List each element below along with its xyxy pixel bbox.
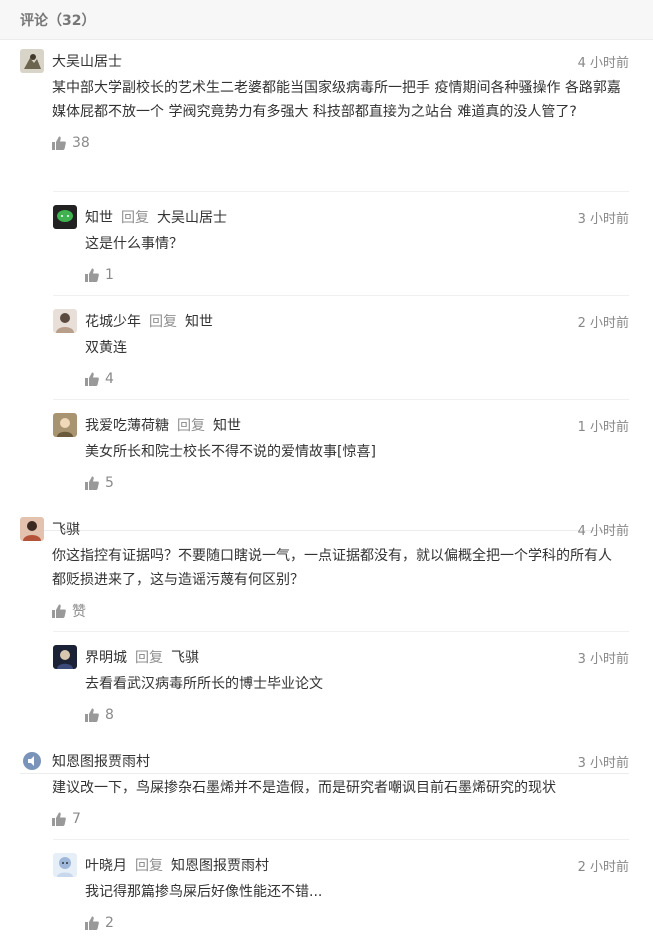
reply-target[interactable]: 知世 — [213, 415, 241, 435]
thumbs-up-icon — [85, 476, 99, 490]
reply-target[interactable]: 知世 — [185, 311, 213, 331]
like-count: 2 — [105, 915, 114, 931]
like-count: 4 — [105, 371, 114, 387]
reply-author[interactable]: 花城少年 — [85, 311, 141, 331]
reply-text: 这是什么事情？ — [85, 236, 183, 252]
reply-author[interactable]: 知世 — [85, 207, 113, 227]
comment-text: 某中部大学副校长的艺术生二老婆都能当国家级病毒所一把手 疫情期间各种骚操作 各路… — [52, 80, 621, 120]
avatar[interactable] — [20, 749, 44, 773]
avatar[interactable] — [53, 645, 77, 669]
avatar[interactable] — [53, 413, 77, 437]
like-button[interactable]: 7 — [20, 808, 629, 830]
reply-text: 双黄连 — [85, 340, 127, 356]
like-count: 8 — [105, 707, 114, 723]
reply-word: 回复 — [135, 858, 163, 874]
like-count: 7 — [72, 811, 81, 827]
avatar[interactable] — [20, 49, 44, 73]
reply-time: 2 小时前 — [577, 859, 629, 875]
thumbs-up-icon — [85, 708, 99, 722]
reply-word: 回复 — [121, 210, 149, 226]
comment-time: 4 小时前 — [577, 523, 629, 539]
thumbs-up-icon — [85, 268, 99, 282]
comment-time: 4 小时前 — [577, 55, 629, 71]
like-button[interactable]: 5 — [53, 472, 629, 494]
reply-author[interactable]: 我爱吃薄荷糖 — [85, 415, 169, 435]
reply-word: 回复 — [177, 418, 205, 434]
avatar[interactable] — [20, 517, 44, 541]
comment-author[interactable]: 知恩图报贾雨村 — [52, 751, 150, 771]
avatar[interactable] — [53, 309, 77, 333]
like-count: 1 — [105, 267, 114, 283]
like-button[interactable]: 8 — [53, 704, 629, 726]
comment-text: 建议改一下，鸟屎掺杂石墨烯并不是造假，而是研究者嘲讽目前石墨烯研究的现状 — [52, 780, 556, 796]
reply-word: 回复 — [149, 314, 177, 330]
reply-author[interactable]: 界明城 — [85, 647, 127, 667]
thumbs-up-icon — [85, 916, 99, 930]
comments-header: 评论（32） — [0, 0, 653, 40]
thumbs-up-icon — [52, 136, 66, 150]
comment-time: 3 小时前 — [577, 755, 629, 771]
like-button[interactable]: 2 — [53, 912, 629, 934]
comment-text: 你这指控有证据吗？不要随口瞎说一气，一点证据都没有，就以偏概全把一个学科的所有人… — [52, 548, 612, 588]
reply-item: 界明城 回复 飞骐 3 小时前 去看看武汉病毒所所长的博士毕业论文 8 — [53, 631, 629, 735]
reply-author[interactable]: 叶晓月 — [85, 855, 127, 875]
reply-text: 我记得那篇掺鸟屎后好像性能还不错... — [85, 884, 323, 900]
thumbs-up-icon — [52, 604, 66, 618]
reply-item: 知世 回复 大吴山居士 3 小时前 这是什么事情？ 1 — [53, 191, 629, 295]
reply-item: 花城少年 回复 知世 2 小时前 双黄连 4 — [53, 295, 629, 399]
thumbs-up-icon — [85, 372, 99, 386]
reply-time: 2 小时前 — [577, 315, 629, 331]
avatar[interactable] — [53, 853, 77, 877]
reply-time: 3 小时前 — [577, 651, 629, 667]
reply-item: 叶晓月 回复 知恩图报贾雨村 2 小时前 我记得那篇掺鸟屎后好像性能还不错...… — [53, 839, 629, 943]
avatar[interactable] — [53, 205, 77, 229]
reply-target[interactable]: 飞骐 — [171, 647, 199, 667]
comment-author[interactable]: 大吴山居士 — [52, 51, 122, 71]
like-button[interactable]: 1 — [53, 264, 629, 286]
reply-text: 美女所长和院士校长不得不说的爱情故事[惊喜] — [85, 444, 376, 460]
reply-time: 1 小时前 — [577, 419, 629, 435]
comments-count-title: 评论（32） — [20, 12, 96, 29]
reply-item: 我爱吃薄荷糖 回复 知世 1 小时前 美女所长和院士校长不得不说的爱情故事[惊喜… — [53, 399, 629, 503]
thumbs-up-icon — [52, 812, 66, 826]
like-button[interactable]: 4 — [53, 368, 629, 390]
comment-author[interactable]: 飞骐 — [52, 519, 80, 539]
like-count: 38 — [72, 135, 90, 151]
reply-target[interactable]: 大吴山居士 — [157, 207, 227, 227]
reply-target[interactable]: 知恩图报贾雨村 — [171, 855, 269, 875]
reply-text: 去看看武汉病毒所所长的博士毕业论文 — [85, 676, 323, 692]
like-count: 赞 — [72, 604, 86, 620]
like-count: 5 — [105, 475, 114, 491]
like-button[interactable]: 38 — [20, 132, 629, 154]
like-button[interactable]: 赞 — [20, 600, 629, 622]
reply-word: 回复 — [135, 650, 163, 666]
reply-time: 3 小时前 — [577, 211, 629, 227]
